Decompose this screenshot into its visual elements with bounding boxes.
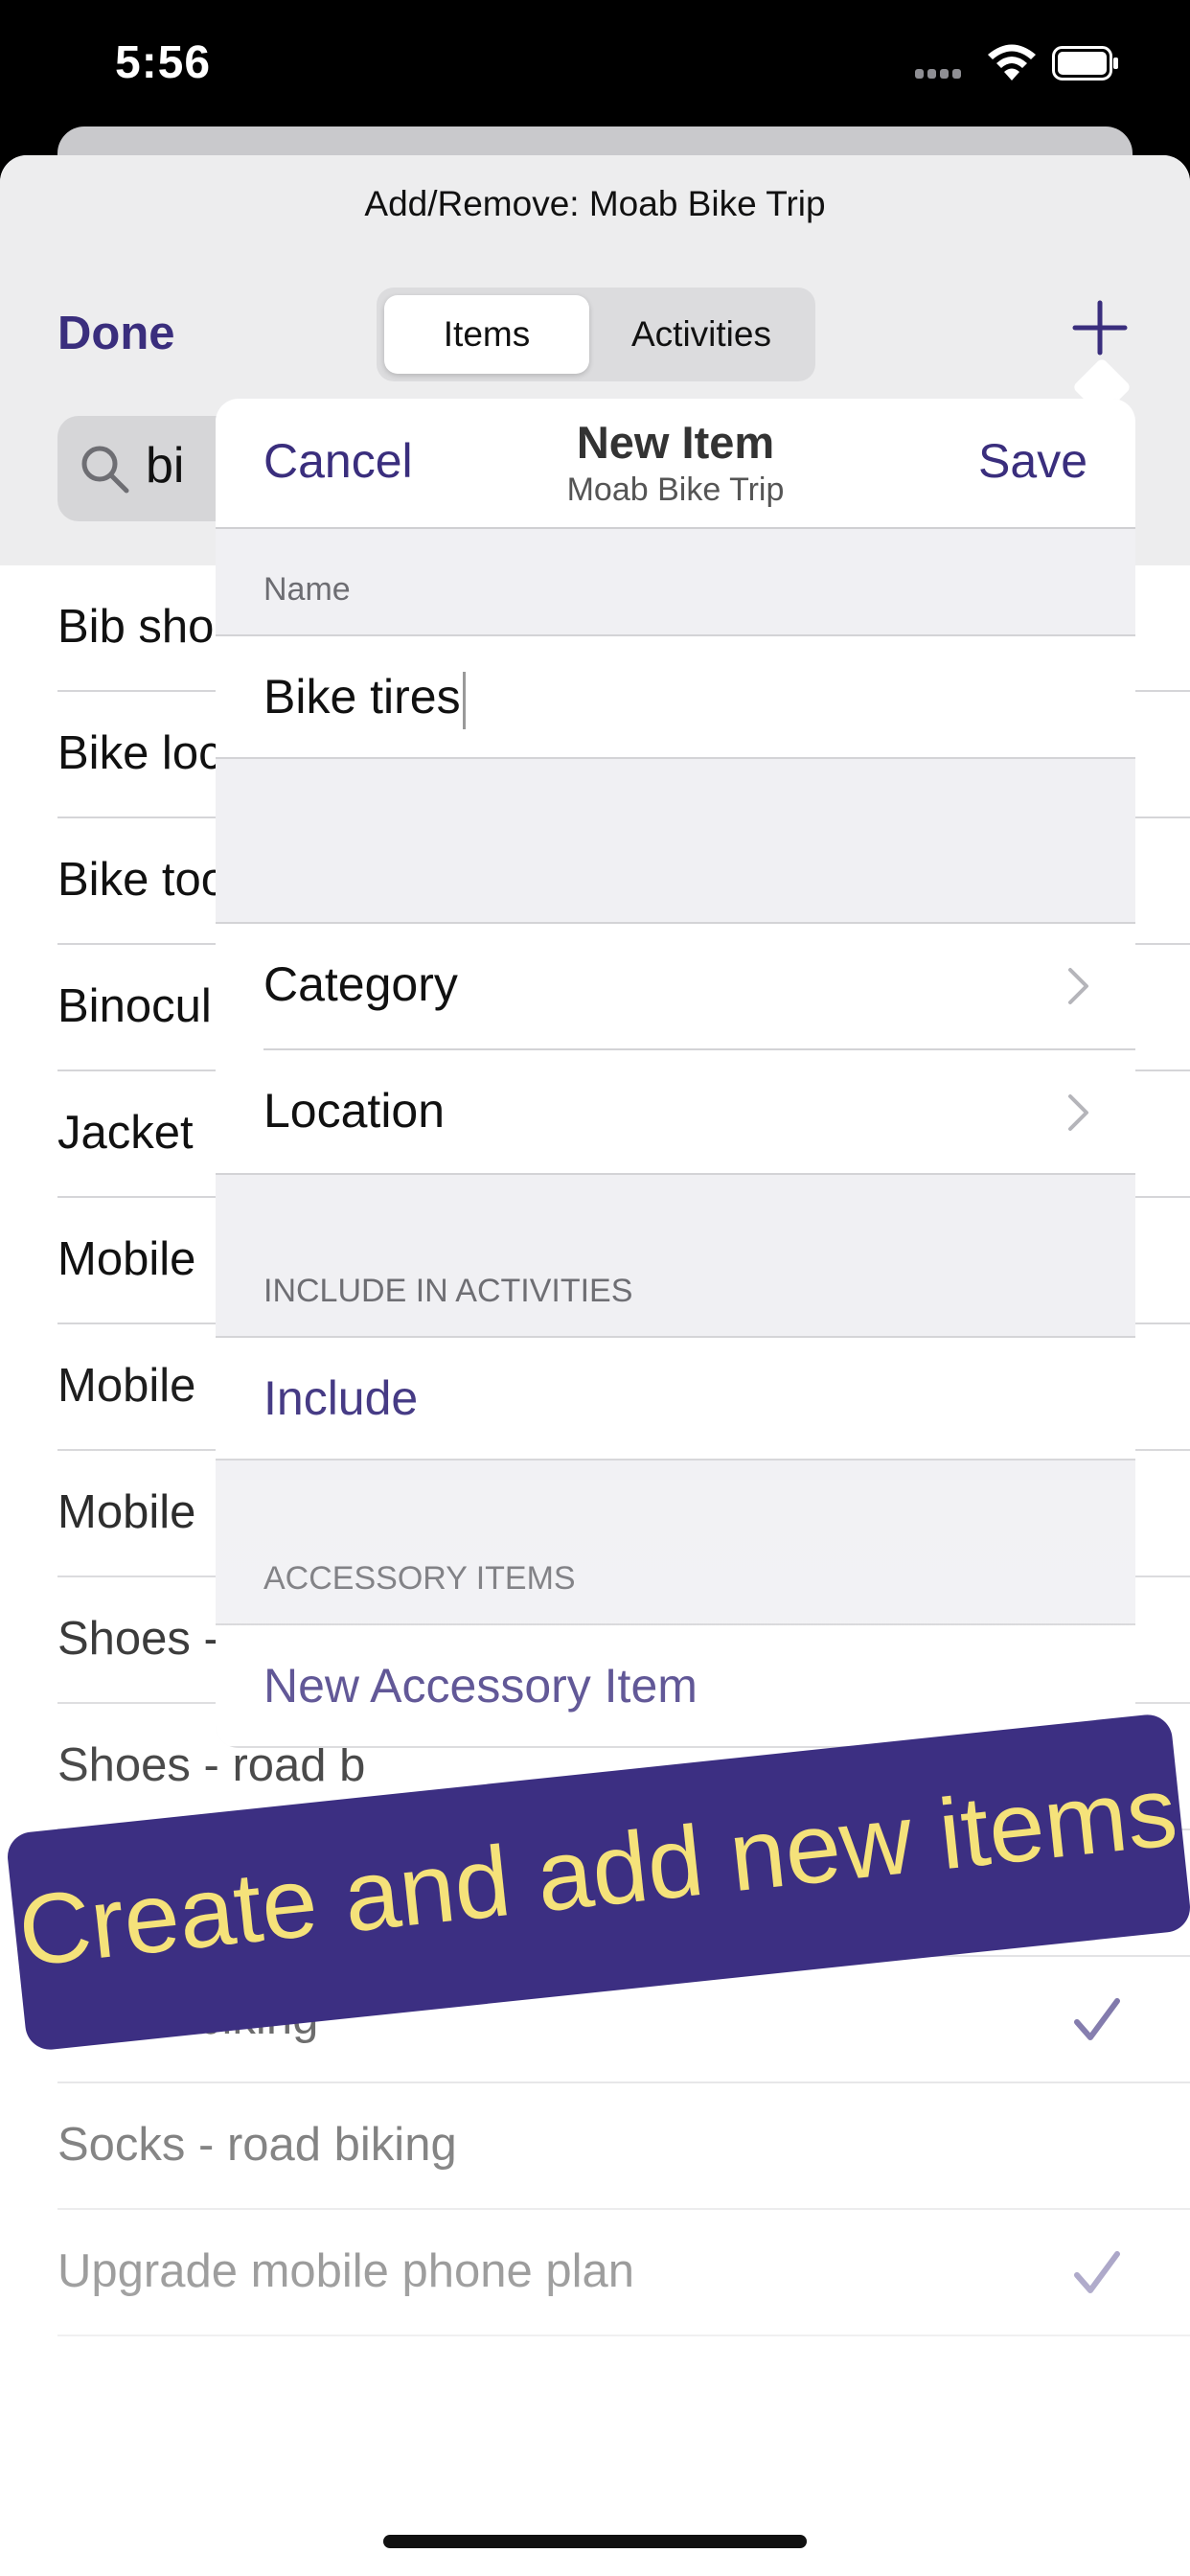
wifi-icon [988, 44, 1036, 80]
list-item[interactable]: Upgrade mobile phone plan [57, 2210, 1190, 2336]
list-item-label: Upgrade mobile phone plan [57, 2245, 635, 2297]
done-button[interactable]: Done [57, 307, 175, 360]
signal-icon [915, 69, 973, 80]
list-item-label: Mobile [57, 1233, 196, 1285]
search-input[interactable]: bi [146, 437, 184, 494]
status-time: 5:56 [115, 37, 212, 88]
list-item-label: Jacket [57, 1107, 194, 1159]
name-field[interactable]: Bike tires [216, 634, 1135, 759]
save-button[interactable]: Save [978, 433, 1087, 489]
sheet-title: Add/Remove: Moab Bike Trip [364, 184, 826, 223]
include-section-header: INCLUDE IN ACTIVITIES [263, 1273, 633, 1309]
home-indicator[interactable] [383, 2535, 807, 2548]
category-row[interactable]: Category [216, 924, 1135, 1048]
list-item-label: Mobile [57, 1360, 196, 1412]
list-item-label: Bike loc [57, 727, 222, 779]
name-section-header: Name [263, 571, 351, 608]
list-item-label: Binocul [57, 980, 212, 1032]
segment-items[interactable]: Items [384, 295, 589, 374]
accessory-section-header: ACCESSORY ITEMS [263, 1560, 576, 1597]
popover-nav-bar: Cancel New Item Moab Bike Trip Save [216, 399, 1135, 529]
checkmark-icon [1074, 1998, 1120, 2040]
list-item-label: Socks - road biking [57, 2119, 457, 2171]
add-icon[interactable] [1071, 299, 1129, 356]
list-item[interactable]: Socks - road biking [57, 2083, 1190, 2210]
segment-activities[interactable]: Activities [593, 295, 810, 374]
name-input-row[interactable]: Bike tires [263, 669, 466, 729]
new-item-popover: Cancel New Item Moab Bike Trip Save Name… [216, 399, 1135, 1748]
search-icon [81, 446, 129, 494]
chevron-right-icon [1068, 1094, 1088, 1131]
new-accessory-row[interactable]: New Accessory Item [216, 1623, 1135, 1748]
status-bar: 5:56 [0, 0, 1190, 125]
name-input[interactable]: Bike tires [263, 670, 461, 724]
segmented-control: Items Activities [377, 288, 815, 381]
text-cursor [462, 671, 466, 729]
location-row[interactable]: Location [216, 1050, 1135, 1175]
location-label: Location [263, 1084, 446, 1138]
list-item-label: Shoes - [57, 1613, 219, 1665]
category-location-group: Category Location [216, 922, 1135, 1175]
include-row[interactable]: Include [216, 1336, 1135, 1460]
checkmark-icon [1074, 2251, 1120, 2293]
list-item-label: Bib sho [57, 601, 215, 653]
new-accessory-item-button[interactable]: New Accessory Item [263, 1658, 698, 1714]
list-item-label: Mobile [57, 1486, 196, 1538]
include-button[interactable]: Include [263, 1370, 418, 1426]
chevron-right-icon [1068, 968, 1088, 1004]
category-label: Category [263, 957, 458, 1011]
battery-icon [1052, 46, 1118, 80]
list-item-label: Bike too [57, 854, 228, 906]
